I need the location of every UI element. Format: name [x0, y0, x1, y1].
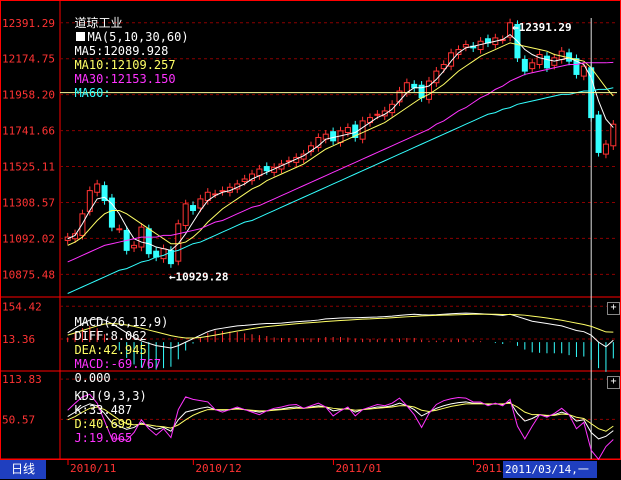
high-annotation: ←12391.29: [512, 21, 572, 34]
candle-body: [197, 198, 204, 209]
kdj-label: KDJ(9,3,3): [74, 389, 147, 403]
y-tick-label: 113.83: [2, 373, 42, 386]
candle-body: [182, 203, 189, 226]
dea-value: DEA:42.945: [74, 343, 147, 357]
macd-label: MACD(26,12,9): [74, 315, 169, 329]
y-tick-label: 13.36: [2, 333, 35, 346]
y-tick-label: 10875.48: [2, 268, 55, 281]
main-header: 道琼工业 MA(5,10,30,60) MA5:12089.928 MA10:1…: [60, 2, 189, 100]
candle-body: [595, 114, 602, 153]
symbol-name: 道琼工业: [74, 16, 123, 30]
kdj-header: KDJ(9,3,3) K:33.487 D:40.699 J:19.065: [60, 375, 147, 445]
y-tick-label: 11092.02: [2, 232, 55, 245]
macd-value: MACD:-69.767: [74, 357, 162, 371]
candle-body: [374, 113, 381, 116]
ma-line-ma60: [67, 87, 614, 294]
y-tick-label: 12174.75: [2, 53, 55, 66]
candle-body: [359, 120, 366, 140]
y-tick-label: 11741.66: [2, 125, 55, 138]
y-tick-label: 11308.57: [2, 196, 55, 209]
x-tick-label: 2010/11: [70, 462, 116, 475]
candle-body: [344, 127, 351, 134]
candle-body: [94, 183, 101, 193]
candle-body: [116, 228, 123, 231]
macd-header: MACD(26,12,9) DIFF:8.062 DEA:42.945 MACD…: [60, 301, 168, 385]
x-tick-label: 2011/01: [335, 462, 381, 475]
d-value: D:40.699: [74, 417, 133, 431]
candle-body: [536, 54, 543, 65]
candle-body: [529, 62, 536, 70]
y-tick-label: 154.42: [2, 300, 42, 313]
ma5-value: MA5:12089.928: [74, 44, 169, 58]
candle-body: [175, 223, 182, 262]
candle-body: [131, 244, 138, 249]
kdj-expand-button[interactable]: +: [607, 376, 620, 389]
diff-value: DIFF:8.062: [74, 329, 147, 343]
macd-expand-button[interactable]: +: [607, 302, 620, 315]
y-tick-label: 50.57: [2, 413, 35, 426]
ma-label: MA(5,10,30,60): [87, 30, 189, 44]
k-value: K:33.487: [74, 403, 133, 417]
candle-body: [462, 44, 469, 48]
candle-body: [389, 103, 396, 114]
x-tick-label: 2010/12: [195, 462, 241, 475]
candle-body: [145, 228, 152, 255]
candle-body: [263, 166, 270, 172]
candle-body: [190, 205, 197, 212]
low-annotation: ←10929.28: [169, 270, 229, 283]
candle-body: [160, 248, 167, 260]
ma10-value: MA10:12109.257: [74, 58, 176, 72]
y-tick-label: 12391.29: [2, 17, 55, 30]
ma30-value: MA30:12153.150: [74, 72, 176, 86]
candle-body: [521, 58, 528, 72]
y-tick-label: 11958.20: [2, 89, 55, 102]
ma60-value: MA60:: [74, 86, 111, 100]
ma-icon: [76, 32, 86, 41]
candle-body: [602, 143, 609, 155]
j-value: J:19.065: [74, 431, 133, 445]
cursor-date: 2011/03/14,一: [503, 461, 597, 478]
candle-body: [241, 178, 248, 182]
kdj-line-k: [67, 401, 614, 440]
candle-body: [543, 55, 550, 69]
period-tab-daily[interactable]: 日线: [0, 460, 46, 479]
y-tick-label: 11525.11: [2, 161, 55, 174]
candle-body: [330, 131, 337, 142]
